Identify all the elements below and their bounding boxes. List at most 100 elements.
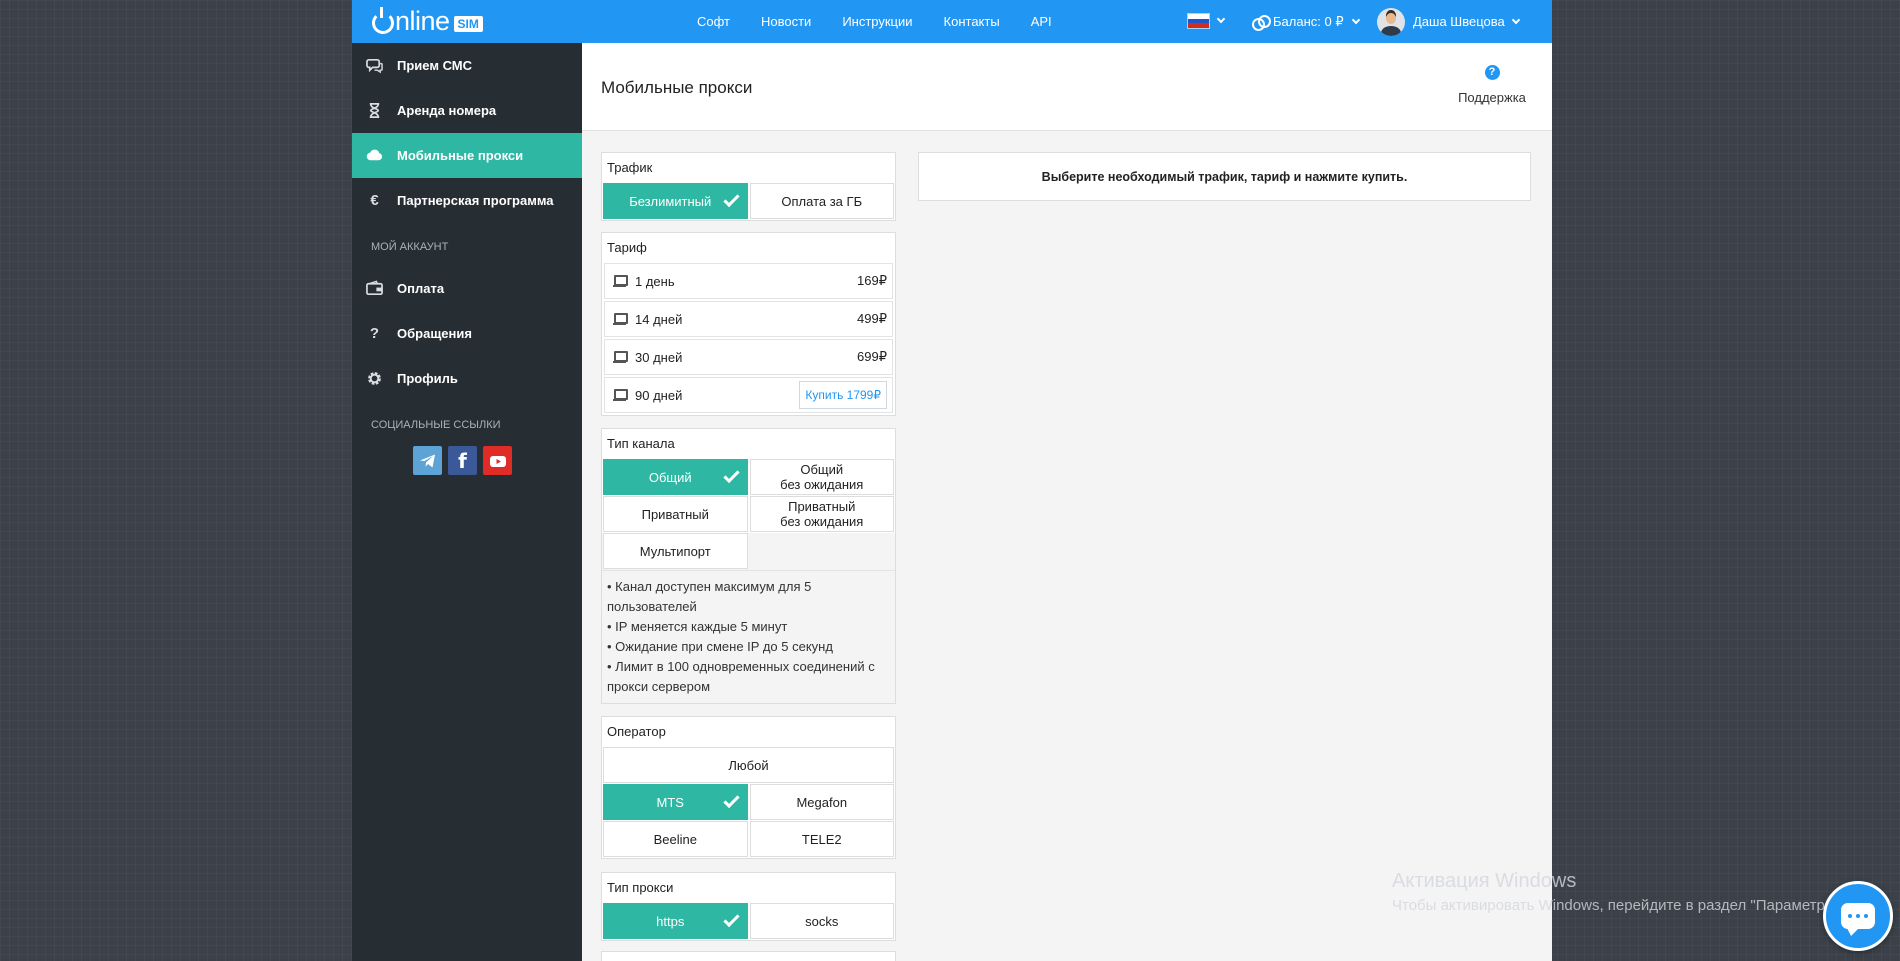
option-label: Общий без ожидания — [780, 462, 864, 492]
nav-soft[interactable]: Софт — [697, 14, 730, 29]
sidebar-item-proxies[interactable]: Мобильные прокси — [352, 133, 582, 178]
user-menu[interactable]: Даша Швецова — [1377, 0, 1520, 43]
option-label: https — [656, 913, 685, 929]
top-nav: Софт Новости Инструкции Контакты API — [697, 0, 1052, 43]
language-selector[interactable] — [1187, 13, 1226, 29]
sidebar-item-tickets[interactable]: ? Обращения — [352, 311, 582, 356]
telegram-icon[interactable] — [413, 446, 442, 475]
nav-contacts[interactable]: Контакты — [944, 14, 1000, 29]
channel-shared-option[interactable]: Общий — [603, 459, 748, 495]
description-line: • IP меняется каждые 5 минут — [607, 619, 788, 634]
tariff-row[interactable]: 14 дней 499₽ — [604, 301, 893, 337]
sidebar-item-profile[interactable]: Профиль — [352, 356, 582, 401]
option-label: Megafon — [796, 794, 848, 810]
tariff-row[interactable]: 30 дней 699₽ — [604, 339, 893, 375]
option-label: MTS — [656, 794, 684, 810]
nav-instructions[interactable]: Инструкции — [842, 14, 912, 29]
euro-icon: € — [370, 192, 379, 209]
monitor-icon — [613, 389, 628, 401]
sidebar-item-sms[interactable]: Прием СМС — [352, 43, 582, 88]
hourglass-icon — [366, 102, 383, 119]
check-icon — [722, 466, 740, 484]
option-label: Beeline — [653, 831, 697, 847]
chat-widget-button[interactable] — [1823, 881, 1893, 951]
operator-beeline-option[interactable]: Beeline — [603, 821, 748, 857]
sidebar: Прием СМС Аренда номера Мобильные прокси… — [352, 43, 582, 961]
operator-mts-option[interactable]: MTS — [603, 784, 748, 820]
facebook-icon[interactable]: f — [448, 446, 477, 475]
sidebar-item-label: Оплата — [397, 281, 445, 296]
channel-private-nowait-option[interactable]: Приватный без ожидания — [749, 496, 894, 532]
youtube-icon[interactable] — [483, 446, 512, 475]
description-line: • Канал доступен максимум для 5 пользова… — [607, 579, 812, 614]
watermark-title: Активация Windows — [1392, 870, 1577, 892]
tariff-name: 1 день — [635, 273, 675, 289]
nav-news[interactable]: Новости — [761, 14, 811, 29]
help-icon: ? — [1484, 65, 1500, 80]
page-title: Мобильные прокси — [601, 78, 753, 97]
support-link[interactable]: ? Поддержка — [1442, 65, 1542, 105]
option-label: TELE2 — [801, 831, 842, 847]
account-heading: МОЙ АККАУНТ — [371, 240, 449, 253]
traffic-unlimited-option[interactable]: Безлимитный — [603, 183, 748, 219]
option-label: socks — [805, 913, 839, 929]
tariff-panel: Тариф 1 день 169₽ 14 дней 499₽ 30 дней 6… — [601, 232, 896, 416]
instruction-notice: Выберите необходимый трафик, тариф и наж… — [918, 152, 1531, 201]
monitor-icon — [613, 313, 628, 325]
sidebar-item-label: Мобильные прокси — [397, 148, 524, 163]
buy-button[interactable]: Купить 1799₽ — [799, 381, 887, 409]
balance-dropdown[interactable]: Баланс: 0 ₽ — [1252, 0, 1360, 43]
logo[interactable]: nline SIM — [372, 4, 483, 38]
chevron-down-icon — [1216, 14, 1226, 24]
channel-shared-nowait-option[interactable]: Общий без ожидания — [749, 459, 894, 495]
proxy-https-option[interactable]: https — [603, 903, 748, 939]
sidebar-item-label: Обращения — [397, 326, 472, 341]
sidebar-item-label: Аренда номера — [397, 103, 497, 118]
sidebar-item-label: Партнерская программа — [397, 193, 554, 208]
channel-description: • Канал доступен максимум для 5 пользова… — [602, 570, 895, 703]
proxy-type-title: Тип прокси — [607, 880, 674, 895]
sidebar-item-payment[interactable]: Оплата — [352, 266, 582, 311]
monitor-icon — [613, 275, 628, 287]
channel-private-option[interactable]: Приватный — [603, 496, 748, 532]
next-panel — [601, 951, 896, 961]
chevron-down-icon — [1511, 15, 1520, 24]
tariff-title: Тариф — [607, 240, 647, 255]
chat-icon — [366, 57, 383, 74]
russia-flag-icon — [1187, 13, 1210, 29]
check-icon — [722, 910, 740, 928]
coins-icon — [1252, 15, 1271, 31]
proxy-socks-option[interactable]: socks — [749, 903, 894, 939]
option-label: Мультипорт — [639, 543, 711, 559]
proxy-type-panel: Тип прокси https socks — [601, 872, 896, 941]
watermark-subtitle: Чтобы активировать Windows, перейдите в … — [1392, 897, 1846, 914]
question-icon: ? — [369, 325, 380, 342]
channel-multiport-option[interactable]: Мультипорт — [603, 533, 748, 569]
user-name: Даша Швецова — [1413, 14, 1505, 29]
nav-api[interactable]: API — [1031, 14, 1052, 29]
channel-title: Тип канала — [607, 436, 675, 451]
check-icon — [722, 791, 740, 809]
tariff-row[interactable]: 90 дней Купить 1799₽ — [604, 377, 893, 413]
operator-any-option[interactable]: Любой — [603, 747, 894, 783]
operator-megafon-option[interactable]: Megafon — [749, 784, 894, 820]
top-bar: nline SIM Софт Новости Инструкции Контак… — [352, 0, 1552, 43]
sidebar-item-label: Профиль — [397, 371, 458, 386]
sidebar-item-partner[interactable]: € Партнерская программа — [352, 178, 582, 223]
operator-tele2-option[interactable]: TELE2 — [749, 821, 894, 857]
channel-panel: Тип канала Общий Общий без ожидания Прив… — [601, 428, 896, 704]
check-icon — [722, 190, 740, 208]
traffic-per-gb-option[interactable]: Оплата за ГБ — [749, 183, 894, 219]
chat-bubble-icon — [1841, 903, 1875, 936]
operator-panel: Оператор Любой MTS Megafon Beeline TELE2 — [601, 716, 896, 859]
tariff-row[interactable]: 1 день 169₽ — [604, 263, 893, 299]
cloud-icon — [366, 147, 383, 164]
option-label: Приватный без ожидания — [780, 499, 864, 529]
option-label: Общий — [648, 469, 692, 485]
description-line: • Ожидание при смене IP до 5 секунд — [607, 639, 833, 654]
sidebar-item-rent[interactable]: Аренда номера — [352, 88, 582, 133]
tariff-price: 169₽ — [857, 273, 887, 288]
social-links: f — [352, 446, 582, 475]
gear-icon — [366, 370, 383, 387]
chevron-down-icon — [1351, 15, 1360, 24]
